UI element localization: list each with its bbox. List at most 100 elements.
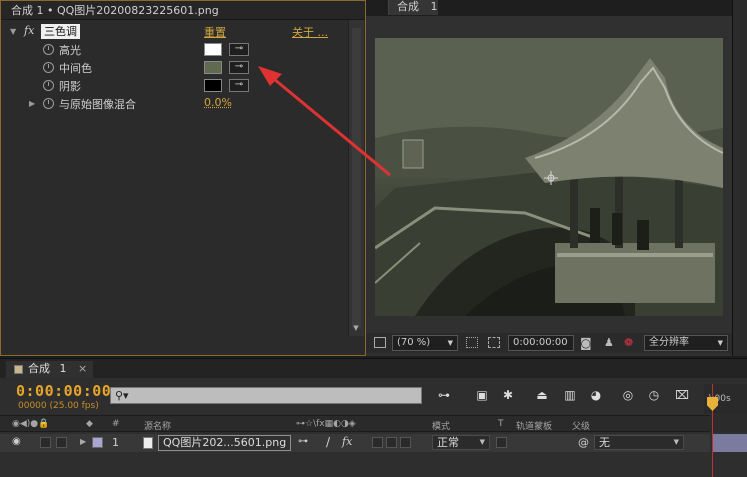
param-label: 与原始图像混合 [59, 98, 136, 111]
color-channels-icon[interactable]: ❁ [624, 336, 633, 349]
column-trkmat[interactable]: 轨道蒙板 [516, 419, 552, 432]
blend-value[interactable]: 0.0% [204, 96, 232, 109]
chart-icon[interactable]: ⌧ [674, 387, 690, 403]
quality-switch-icon[interactable]: / [326, 435, 330, 449]
grid-guide-icon[interactable] [466, 337, 478, 348]
effect-row[interactable]: ▼ fx 三色调 重置 关于 ... [1, 22, 365, 40]
column-mode[interactable]: 模式 [432, 419, 450, 432]
layer-column-header: ◉◀)●🔒 ◆ # 源名称 ⊶☆\fx▦◐◑◈ 模式 T 轨道蒙板 父级 [0, 415, 710, 432]
draft-3d-icon[interactable]: ✱ [500, 387, 516, 403]
stopwatch-icon[interactable]: ◷ [646, 387, 662, 403]
column-source-name[interactable]: 源名称 [144, 419, 171, 432]
graph-editor-icon[interactable]: ◎ [620, 387, 636, 403]
eyedropper-icon[interactable]: ⊸ [229, 43, 249, 56]
live-update-icon[interactable]: ▣ [474, 387, 490, 403]
about-link[interactable]: 关于 ... [292, 24, 328, 40]
switches-icons: ⊶☆\fx▦◐◑◈ [296, 419, 356, 429]
midtone-color-swatch[interactable] [204, 61, 222, 74]
eye-visibility-icon[interactable]: ◉ [12, 436, 21, 447]
scroll-down-icon[interactable]: ▼ [348, 320, 364, 336]
column-number: # [112, 419, 120, 429]
stopwatch-icon[interactable] [43, 98, 54, 109]
shadow-color-swatch[interactable] [204, 79, 222, 92]
work-area-bar[interactable] [704, 415, 747, 432]
param-row-midtones: 中间色 ⊸ [1, 58, 365, 76]
column-parent[interactable]: 父级 [572, 419, 590, 432]
viewer-timecode[interactable]: 0:00:00:00 [508, 335, 574, 351]
zoom-dropdown[interactable]: (70 %) ▼ [392, 335, 458, 351]
effect-panel-header: 合成 1 • QQ图片20200823225601.png [1, 1, 365, 20]
param-label: 阴影 [59, 80, 81, 93]
right-side-panel [732, 0, 747, 356]
param-row-shadows: 阴影 ⊸ [1, 76, 365, 94]
column-trkmat-t: T [498, 419, 504, 429]
layer-row[interactable]: ◉ ▶ 1 QQ图片202...5601.png ⊶ / fx 正常 ▼ @ 无… [0, 434, 710, 452]
layer-name[interactable]: QQ图片202...5601.png [158, 435, 292, 451]
param-label: 中间色 [59, 62, 92, 75]
stopwatch-icon[interactable] [43, 62, 54, 73]
timeline-tab-bar: 合成 1 × [0, 358, 747, 378]
expand-triangle-icon[interactable]: ▶ [29, 99, 35, 108]
effect-panel-scrollbar[interactable] [348, 20, 364, 336]
effect-switch-icon[interactable]: fx [342, 435, 352, 448]
zoom-value: (70 %) [397, 337, 431, 348]
parent-pickwhip-icon[interactable]: @ [578, 436, 589, 449]
tab-number: 1 [59, 362, 67, 375]
chevron-down-icon: ▼ [717, 339, 723, 347]
collapse-triangle-icon[interactable]: ▼ [10, 27, 16, 36]
solo-toggle[interactable] [56, 437, 67, 448]
scrollbar-thumb[interactable] [352, 28, 361, 328]
switch-box[interactable] [372, 437, 383, 448]
snapshot-icon[interactable]: ♟ [604, 336, 614, 349]
blend-mode-value: 正常 [437, 436, 459, 449]
hide-shy-layers-icon[interactable]: ⏏ [534, 387, 550, 403]
effect-name[interactable]: 三色调 [41, 24, 80, 39]
motion-blur-icon[interactable]: ◕ [588, 387, 604, 403]
eyedropper-icon[interactable]: ⊸ [229, 61, 249, 74]
switch-box[interactable] [386, 437, 397, 448]
highlight-color-swatch[interactable] [204, 43, 222, 56]
preserve-transparency-toggle[interactable] [496, 437, 507, 448]
param-row-highlights: 高光 ⊸ [1, 40, 365, 58]
tab-label: 合成 [28, 362, 50, 375]
eyedropper-icon[interactable]: ⊸ [229, 79, 249, 92]
layer-duration-bar[interactable] [712, 434, 747, 452]
switch-box[interactable] [400, 437, 411, 448]
close-icon[interactable]: × [78, 362, 87, 375]
camera-icon[interactable]: ◙ [580, 336, 592, 350]
tab-composition[interactable]: 合成 1 [388, 0, 438, 15]
composition-image[interactable] [375, 38, 723, 316]
viewer-toolbar: (70 %) ▼ 0:00:00:00 ◙ ♟ ❁ 全分辨率 ▼ [366, 333, 732, 353]
layer-number: 1 [112, 436, 119, 449]
parent-dropdown[interactable]: 无 ▼ [594, 435, 684, 450]
expand-triangle-icon[interactable]: ▶ [80, 437, 86, 446]
resolution-dropdown[interactable]: 全分辨率 ▼ [644, 335, 728, 351]
chevron-down-icon: ▼ [447, 339, 453, 347]
label-tag-icon: ◆ [86, 419, 93, 429]
comp-mini-flowchart-icon[interactable]: ⊶ [436, 387, 452, 403]
composition-icon [14, 365, 23, 374]
label-color-icon[interactable] [92, 437, 103, 448]
timeline-timecode[interactable]: 0:00:00:00 [16, 382, 111, 400]
frame-blending-icon[interactable]: ▥ [562, 387, 578, 403]
frame-rate-readout: 00000 (25.00 fps) [18, 401, 99, 411]
mask-visibility-icon[interactable] [488, 337, 500, 348]
layer-search-input[interactable]: ⚲▾ [110, 387, 422, 404]
reset-link[interactable]: 重置 [204, 24, 226, 40]
search-icon: ⚲▾ [115, 389, 129, 402]
fx-icon[interactable]: fx [24, 24, 34, 37]
stopwatch-icon[interactable] [43, 80, 54, 91]
tab-timeline-composition[interactable]: 合成 1 × [6, 361, 94, 378]
tab-label: 合成 [397, 0, 419, 13]
shy-switch-icon[interactable]: ⊶ [298, 436, 308, 447]
image-file-icon [143, 437, 153, 449]
chevron-down-icon: ▼ [479, 438, 485, 446]
pavilion-scene [375, 38, 723, 316]
effect-controls-panel: 合成 1 • QQ图片20200823225601.png ▼ fx 三色调 重… [0, 0, 366, 356]
stopwatch-icon[interactable] [43, 44, 54, 55]
region-of-interest-icon[interactable] [374, 337, 386, 348]
blend-mode-dropdown[interactable]: 正常 ▼ [432, 435, 490, 450]
scroll-corner [348, 337, 364, 353]
audio-toggle[interactable] [40, 437, 51, 448]
parent-value: 无 [599, 436, 610, 449]
